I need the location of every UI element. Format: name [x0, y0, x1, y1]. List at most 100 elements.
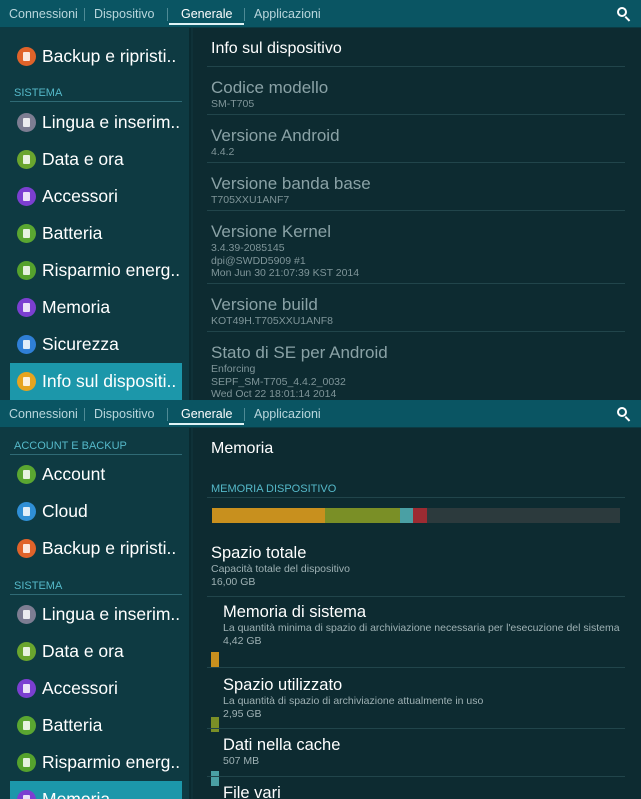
sidebar-item-batteria[interactable]: Batteria [10, 215, 182, 252]
usage-segment-used [325, 508, 400, 523]
cloud-icon [17, 502, 36, 521]
sidebar-item-risparmio[interactable]: Risparmio energ.. [10, 744, 182, 781]
storage-row-cache[interactable]: Dati nella cache 507 MB [211, 735, 621, 786]
tab-generale[interactable]: Generale [168, 0, 245, 28]
sidebar-item-label: Batteria [42, 223, 103, 243]
section-header-account-backup: ACCOUNT E BACKUP [14, 440, 127, 452]
language-icon [17, 113, 36, 132]
backup-icon [17, 47, 36, 66]
divider [207, 114, 625, 115]
storage-key: Spazio utilizzato [223, 676, 343, 694]
divider [207, 66, 625, 67]
storage-row-system[interactable]: Memoria di sistema La quantità minima di… [211, 602, 621, 667]
sidebar-item-risparmio[interactable]: Risparmio energ.. [10, 252, 182, 289]
key-icon [17, 465, 36, 484]
storage-value: 507 MB [223, 755, 260, 767]
color-swatch [211, 717, 219, 732]
sidebar-item-cloud[interactable]: Cloud [10, 493, 182, 530]
sidebar-item-label: Memoria [42, 297, 111, 317]
info-row-build: Versione build KOT49H.T705XXU1ANF8 [211, 295, 621, 328]
storage-value: 16,00 GB [211, 575, 256, 588]
info-value: T705XXU1ANF7 [211, 194, 290, 206]
storage-key: Dati nella cache [223, 736, 341, 754]
sidebar-item-label: Backup e ripristi.. [42, 538, 177, 558]
sidebar-item-accessori[interactable]: Accessori [10, 178, 182, 215]
search-icon[interactable] [615, 405, 633, 423]
tab-dispositivo[interactable]: Dispositivo [94, 0, 154, 28]
usage-segment-misc [413, 508, 427, 523]
search-icon[interactable] [615, 5, 633, 23]
tab-connessioni[interactable]: Connessioni [9, 0, 78, 28]
sidebar-item-memoria[interactable]: Memoria [10, 781, 182, 799]
divider [207, 497, 625, 498]
storage-key: Memoria di sistema [223, 603, 367, 621]
sidebar-item-info[interactable]: Info sul dispositi.. [10, 363, 182, 400]
sidebar-item-label: Risparmio energ.. [42, 752, 181, 772]
divider [207, 331, 625, 332]
sidebar-item-accessori[interactable]: Accessori [10, 670, 182, 707]
info-key: Codice modello [211, 78, 329, 97]
info-value: SM-T705 [211, 98, 255, 110]
battery-icon [17, 224, 36, 243]
content-panel: Memoria MEMORIA DISPOSITIVO Spazio total… [193, 428, 641, 799]
sidebar-item-label: Accessori [42, 186, 118, 206]
tab-divider [167, 408, 168, 421]
storage-desc: La quantità minima di spazio di archivia… [223, 622, 620, 634]
sidebar-item-label: Risparmio energ.. [42, 260, 181, 280]
sidebar-item-label: Memoria [42, 789, 111, 799]
tab-divider [244, 8, 245, 21]
sidebar-item-sicurezza[interactable]: Sicurezza [10, 326, 182, 363]
sidebar-item-data-ora[interactable]: Data e ora [10, 633, 182, 670]
sidebar: ACCOUNT E BACKUP Account Cloud Backup e … [0, 428, 191, 799]
info-icon [17, 372, 36, 391]
content-panel: Info sul dispositivo Codice modello SM-T… [193, 28, 641, 400]
storage-key: File vari [223, 784, 281, 799]
storage-desc: Capacità totale del dispositivo [211, 563, 350, 575]
sidebar-item-backup[interactable]: Backup e ripristi.. [10, 38, 182, 75]
tab-divider [244, 408, 245, 421]
storage-row-misc[interactable]: File vari [211, 783, 621, 799]
section-divider [10, 454, 182, 455]
info-row-selinux: Stato di SE per Android Enforcing SEPF_S… [211, 343, 621, 400]
tab-applicazioni[interactable]: Applicazioni [254, 400, 321, 428]
sidebar-item-batteria[interactable]: Batteria [10, 707, 182, 744]
tab-connessioni[interactable]: Connessioni [9, 400, 78, 428]
storage-desc: La quantità di spazio di archiviazione a… [223, 695, 484, 707]
sidebar-item-label: Data e ora [42, 149, 124, 169]
settings-screen-info: Connessioni Dispositivo Generale Applica… [0, 0, 641, 400]
divider [207, 728, 625, 729]
tab-applicazioni[interactable]: Applicazioni [254, 0, 321, 28]
settings-screen-memory: Connessioni Dispositivo Generale Applica… [0, 400, 641, 799]
divider [207, 667, 625, 668]
sidebar-item-label: Info sul dispositi.. [42, 371, 177, 391]
sidebar-item-lingua[interactable]: Lingua e inserim.. [10, 104, 182, 141]
page-title: Info sul dispositivo [211, 40, 342, 57]
sidebar-item-label: Batteria [42, 715, 103, 735]
sidebar-item-account[interactable]: Account [10, 456, 182, 493]
storage-total-row: Spazio totale Capacità totale del dispos… [211, 543, 621, 588]
divider [207, 162, 625, 163]
info-value: Enforcing SEPF_SM-T705_4.4.2_0032 Wed Oc… [211, 363, 346, 400]
language-icon [17, 605, 36, 624]
sidebar-item-backup[interactable]: Backup e ripristi.. [10, 530, 182, 567]
sidebar-item-data-ora[interactable]: Data e ora [10, 141, 182, 178]
section-header-sistema: SISTEMA [14, 87, 63, 99]
page-title: Memoria [211, 440, 274, 457]
sidebar-item-lingua[interactable]: Lingua e inserim.. [10, 596, 182, 633]
sidebar-item-label: Account [42, 464, 106, 484]
sidebar-item-label: Cloud [42, 501, 88, 521]
tab-generale[interactable]: Generale [168, 400, 245, 428]
sidebar: Backup e ripristi.. SISTEMA Lingua e ins… [0, 28, 191, 400]
info-row-model: Codice modello SM-T705 [211, 78, 621, 111]
sidebar-item-memoria[interactable]: Memoria [10, 289, 182, 326]
info-value: KOT49H.T705XXU1ANF8 [211, 315, 333, 327]
lock-icon [17, 335, 36, 354]
storage-value: 4,42 GB [223, 634, 262, 647]
tab-divider [84, 408, 85, 421]
color-swatch [211, 652, 219, 667]
tab-dispositivo[interactable]: Dispositivo [94, 400, 154, 428]
info-row-baseband: Versione banda base T705XXU1ANF7 [211, 174, 621, 207]
power-saving-icon [17, 753, 36, 772]
info-value: 4.4.2 [211, 146, 235, 158]
storage-row-used[interactable]: Spazio utilizzato La quantità di spazio … [211, 675, 621, 732]
